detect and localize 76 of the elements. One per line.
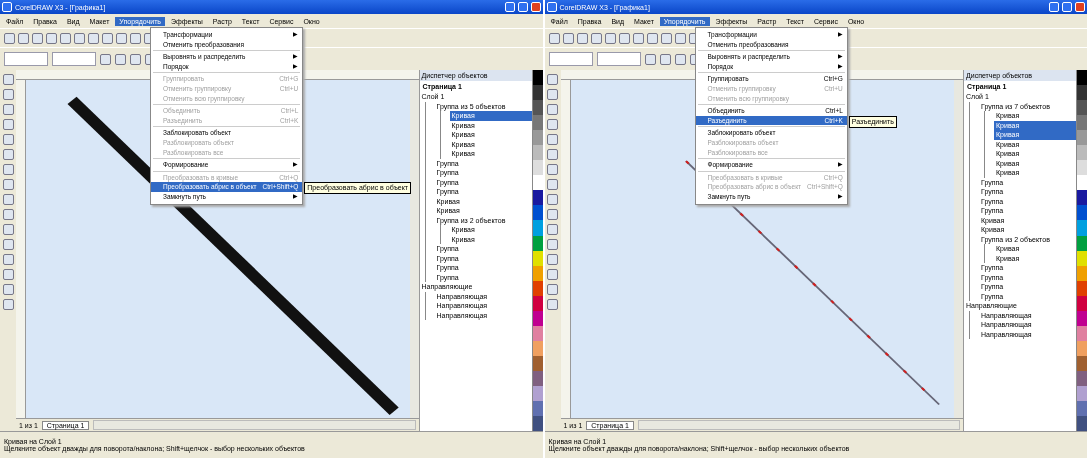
tool-icon[interactable] — [2, 119, 14, 130]
toolbar-icon[interactable] — [644, 53, 656, 65]
toolbar-icon[interactable] — [130, 32, 141, 44]
toolbar-icon[interactable] — [116, 32, 127, 44]
tool-icon[interactable] — [547, 269, 558, 280]
tool-icon[interactable] — [547, 134, 558, 145]
minimize-button[interactable] — [1049, 2, 1059, 12]
toolbar-icon[interactable] — [46, 32, 57, 44]
toolbar-icon[interactable] — [74, 32, 85, 44]
toolbar-icon[interactable] — [618, 32, 630, 44]
toolbar-icon[interactable] — [100, 53, 111, 65]
maximize-button[interactable] — [1062, 2, 1072, 12]
toolbar-icon[interactable] — [674, 53, 686, 65]
input-field[interactable] — [596, 52, 641, 66]
app-icon — [2, 2, 12, 12]
maximize-button[interactable] — [517, 2, 528, 12]
close-button[interactable] — [530, 2, 541, 12]
tool-icon[interactable] — [2, 224, 14, 235]
vertical-scrollbar[interactable] — [409, 80, 419, 418]
tool-icon[interactable] — [547, 299, 558, 310]
toolbar-icon[interactable] — [660, 32, 672, 44]
app-icon — [546, 2, 557, 12]
tool-icon[interactable] — [2, 134, 14, 145]
toolbar-icon[interactable] — [60, 32, 71, 44]
toolbar-icon[interactable] — [562, 32, 574, 44]
tool-icon[interactable] — [547, 239, 558, 250]
toolbar-icon[interactable] — [4, 32, 15, 44]
tool-icon[interactable] — [547, 284, 558, 295]
tool-icon[interactable] — [2, 104, 14, 115]
toolbar-icon[interactable] — [115, 53, 126, 65]
toolbar-icon[interactable] — [646, 32, 658, 44]
toolbar-icon[interactable] — [88, 32, 99, 44]
tool-icon[interactable] — [2, 209, 14, 220]
tool-icon[interactable] — [2, 239, 14, 250]
tool-icon[interactable] — [2, 179, 14, 190]
tool-icon[interactable] — [547, 119, 558, 130]
tool-icon[interactable] — [547, 164, 558, 175]
input-field[interactable] — [548, 52, 593, 66]
color-palette[interactable] — [1076, 70, 1087, 431]
color-palette[interactable] — [531, 70, 543, 431]
tool-icon[interactable] — [547, 89, 558, 100]
toolbar-icon[interactable] — [102, 32, 113, 44]
tool-icon[interactable] — [547, 104, 558, 115]
vertical-scrollbar[interactable] — [954, 80, 963, 418]
toolbar-icon[interactable] — [659, 53, 671, 65]
tool-icon[interactable] — [2, 149, 14, 160]
toolbar-icon[interactable] — [604, 32, 616, 44]
tool-icon[interactable] — [2, 89, 14, 100]
tool-icon[interactable] — [547, 194, 558, 205]
toolbar-icon[interactable] — [632, 32, 644, 44]
tool-icon[interactable] — [547, 209, 558, 220]
input-field[interactable] — [4, 52, 48, 66]
tool-icon[interactable] — [2, 194, 14, 205]
tool-icon[interactable] — [2, 284, 14, 295]
toolbar-icon[interactable] — [130, 53, 141, 65]
tool-icon[interactable] — [2, 164, 14, 175]
toolbar-icon[interactable] — [18, 32, 29, 44]
toolbar-icon[interactable] — [32, 32, 43, 44]
toolbar-icon[interactable] — [590, 32, 602, 44]
tool-icon[interactable] — [547, 74, 558, 85]
minimize-button[interactable] — [504, 2, 515, 12]
toolbar-icon[interactable] — [576, 32, 588, 44]
toolbar-icon[interactable] — [674, 32, 686, 44]
horizontal-scrollbar[interactable] — [93, 420, 416, 430]
close-button[interactable] — [1075, 2, 1085, 12]
tool-icon[interactable] — [2, 299, 14, 310]
tool-icon[interactable] — [2, 254, 14, 265]
tool-icon[interactable] — [547, 254, 558, 265]
tool-icon[interactable] — [2, 269, 14, 280]
tool-icon[interactable] — [2, 74, 14, 85]
tool-icon[interactable] — [547, 224, 558, 235]
horizontal-scrollbar[interactable] — [637, 420, 960, 430]
tool-icon[interactable] — [547, 179, 558, 190]
input-field[interactable] — [52, 52, 96, 66]
toolbar-icon[interactable] — [548, 32, 560, 44]
tool-icon[interactable] — [547, 149, 558, 160]
